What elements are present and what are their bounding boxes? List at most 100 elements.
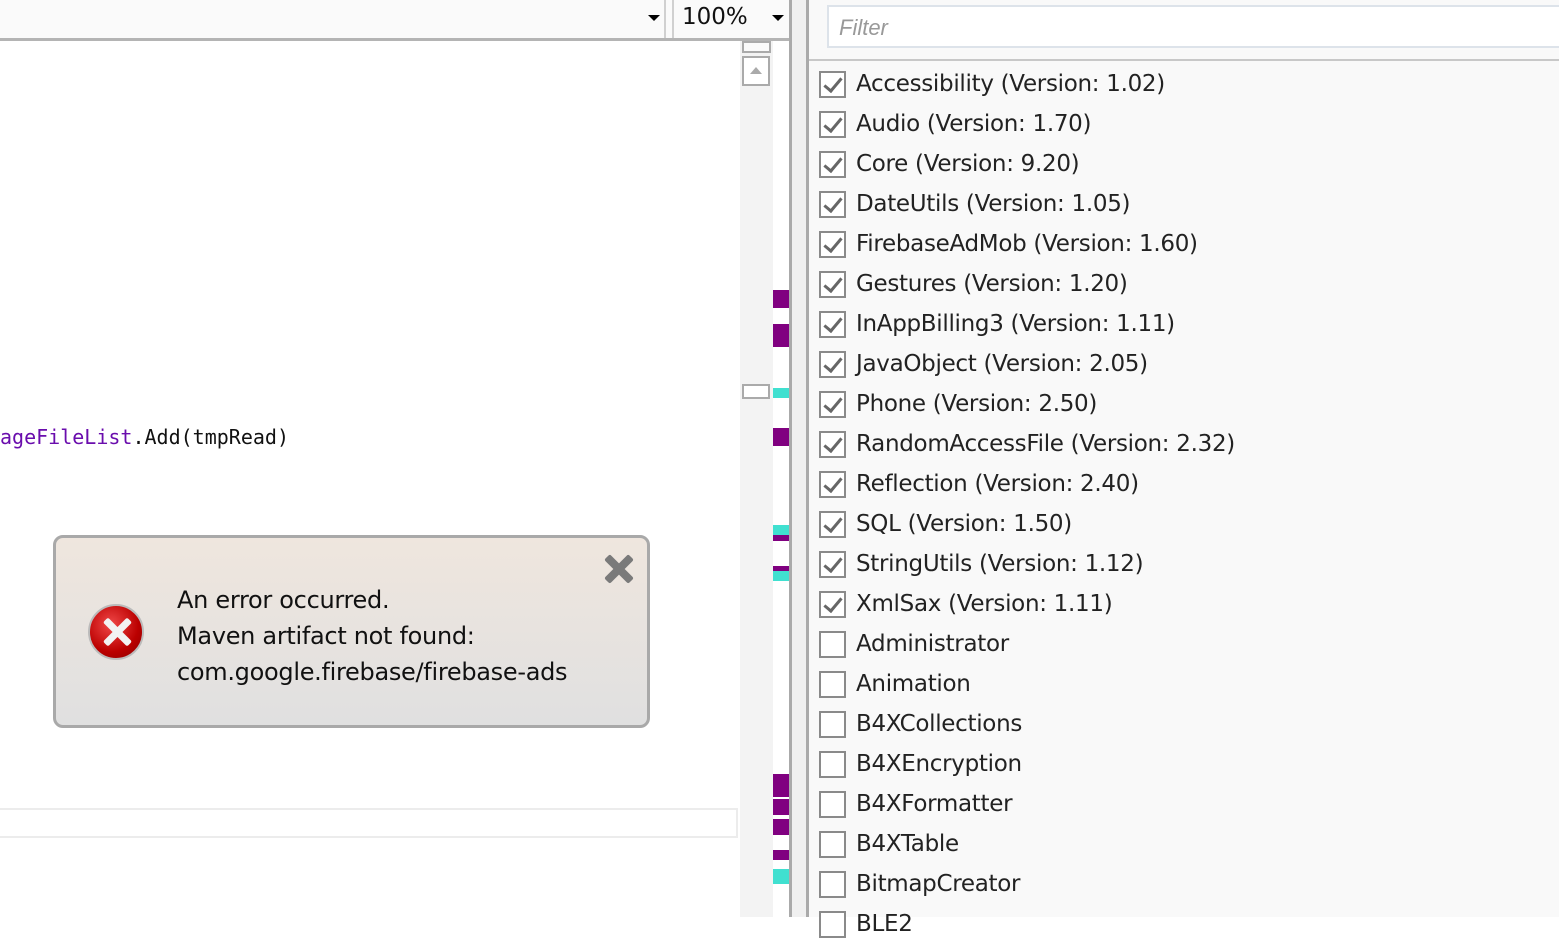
library-item[interactable]: Animation	[819, 664, 1559, 704]
library-label: Gestures (Version: 1.20)	[856, 271, 1128, 297]
change-marker[interactable]	[773, 819, 789, 835]
library-label: RandomAccessFile (Version: 2.32)	[856, 431, 1235, 457]
library-checkbox[interactable]	[819, 830, 846, 858]
vertical-scrollbar[interactable]	[740, 41, 773, 917]
chevron-down-icon	[648, 15, 660, 21]
close-icon[interactable]	[602, 552, 636, 586]
panel-splitter[interactable]	[789, 0, 809, 917]
library-label: Administrator	[856, 631, 1009, 657]
module-dropdown[interactable]	[0, 0, 666, 38]
chevron-down-icon	[772, 15, 784, 21]
scrollbar-splitter[interactable]	[742, 41, 771, 53]
library-checkbox[interactable]	[819, 710, 846, 738]
library-item[interactable]: Audio (Version: 1.70)	[819, 104, 1559, 144]
editor-input-line[interactable]	[0, 808, 738, 838]
error-line: An error occurred.	[177, 586, 390, 614]
library-checkbox[interactable]	[819, 190, 846, 218]
library-checkbox[interactable]	[819, 150, 846, 178]
library-label: B4XCollections	[856, 711, 1023, 737]
libraries-panel: Filter Accessibility (Version: 1.02) Audi…	[809, 0, 1559, 938]
library-checkbox[interactable]	[819, 750, 846, 778]
library-label: Phone (Version: 2.50)	[856, 391, 1098, 417]
change-marker[interactable]	[773, 324, 789, 347]
library-checkbox[interactable]	[819, 230, 846, 258]
library-checkbox[interactable]	[819, 550, 846, 578]
library-checkbox[interactable]	[819, 110, 846, 138]
divider	[809, 59, 1559, 61]
library-label: JavaObject (Version: 2.05)	[856, 351, 1148, 377]
library-checkbox[interactable]	[819, 670, 846, 698]
library-item[interactable]: Core (Version: 9.20)	[819, 144, 1559, 184]
code-identifier: ageFileList	[0, 425, 133, 449]
change-markers	[773, 41, 789, 917]
library-label: XmlSax (Version: 1.11)	[856, 591, 1113, 617]
library-item[interactable]: JavaObject (Version: 2.05)	[819, 344, 1559, 384]
library-label: BLE2	[856, 911, 913, 937]
library-label: SQL (Version: 1.50)	[856, 511, 1072, 537]
library-item[interactable]: XmlSax (Version: 1.11)	[819, 584, 1559, 624]
library-checkbox[interactable]	[819, 510, 846, 538]
library-checkbox[interactable]	[819, 70, 846, 98]
change-marker[interactable]	[773, 850, 789, 860]
library-item[interactable]: Reflection (Version: 2.40)	[819, 464, 1559, 504]
filter-input[interactable]: Filter	[827, 5, 1559, 48]
library-item[interactable]: Administrator	[819, 624, 1559, 664]
library-item[interactable]: B4XEncryption	[819, 744, 1559, 784]
toolbar: 100%	[0, 0, 789, 41]
library-checkbox[interactable]	[819, 470, 846, 498]
library-item[interactable]: Accessibility (Version: 1.02)	[819, 64, 1559, 104]
library-checkbox[interactable]	[819, 870, 846, 898]
change-marker[interactable]	[773, 428, 789, 446]
library-label: Core (Version: 9.20)	[856, 151, 1080, 177]
library-label: B4XEncryption	[856, 751, 1022, 777]
library-checkbox[interactable]	[819, 630, 846, 658]
error-dialog: An error occurred. Maven artifact not fo…	[53, 535, 650, 728]
change-marker[interactable]	[773, 774, 789, 797]
scrollbar-thumb[interactable]	[742, 384, 770, 399]
change-marker[interactable]	[773, 525, 789, 535]
library-label: Reflection (Version: 2.40)	[856, 471, 1139, 497]
library-item[interactable]: B4XCollections	[819, 704, 1559, 744]
library-item[interactable]: Gestures (Version: 1.20)	[819, 264, 1559, 304]
change-marker[interactable]	[773, 388, 789, 398]
library-item[interactable]: FirebaseAdMob (Version: 1.60)	[819, 224, 1559, 264]
library-checkbox[interactable]	[819, 390, 846, 418]
library-item[interactable]: B4XFormatter	[819, 784, 1559, 824]
change-marker[interactable]	[773, 535, 789, 541]
change-marker[interactable]	[773, 799, 789, 815]
library-label: Audio (Version: 1.70)	[856, 111, 1092, 137]
zoom-value: 100%	[682, 4, 748, 30]
library-checkbox[interactable]	[819, 590, 846, 618]
library-checkbox[interactable]	[819, 790, 846, 818]
library-item[interactable]: DateUtils (Version: 1.05)	[819, 184, 1559, 224]
library-checkbox[interactable]	[819, 910, 846, 938]
error-line: Maven artifact not found:	[177, 622, 475, 650]
library-item[interactable]: Phone (Version: 2.50)	[819, 384, 1559, 424]
library-checkbox[interactable]	[819, 270, 846, 298]
error-line: com.google.firebase/firebase-ads	[177, 658, 568, 686]
change-marker[interactable]	[773, 869, 789, 884]
library-label: InAppBilling3 (Version: 1.11)	[856, 311, 1175, 337]
library-item[interactable]: B4XTable	[819, 824, 1559, 864]
change-marker[interactable]	[773, 290, 789, 308]
library-item[interactable]: RandomAccessFile (Version: 2.32)	[819, 424, 1559, 464]
arrow-up-icon	[750, 67, 762, 74]
library-checkbox[interactable]	[819, 350, 846, 378]
library-item[interactable]: SQL (Version: 1.50)	[819, 504, 1559, 544]
scroll-up-button[interactable]	[742, 56, 770, 86]
library-item[interactable]: InAppBilling3 (Version: 1.11)	[819, 304, 1559, 344]
library-label: DateUtils (Version: 1.05)	[856, 191, 1131, 217]
code-editor[interactable]: ageFileList.Add(tmpRead)	[0, 41, 740, 917]
library-list: Accessibility (Version: 1.02) Audio (Vers…	[819, 64, 1559, 944]
code-text: .Add(tmpRead)	[132, 425, 289, 449]
library-label: B4XFormatter	[856, 791, 1013, 817]
zoom-dropdown[interactable]: 100%	[672, 0, 788, 38]
library-item[interactable]: BitmapCreator	[819, 864, 1559, 904]
library-checkbox[interactable]	[819, 430, 846, 458]
error-message: An error occurred. Maven artifact not fo…	[177, 582, 568, 690]
change-marker[interactable]	[773, 571, 789, 581]
library-label: Animation	[856, 671, 971, 697]
library-item[interactable]: BLE2	[819, 904, 1559, 944]
library-checkbox[interactable]	[819, 310, 846, 338]
library-item[interactable]: StringUtils (Version: 1.12)	[819, 544, 1559, 584]
